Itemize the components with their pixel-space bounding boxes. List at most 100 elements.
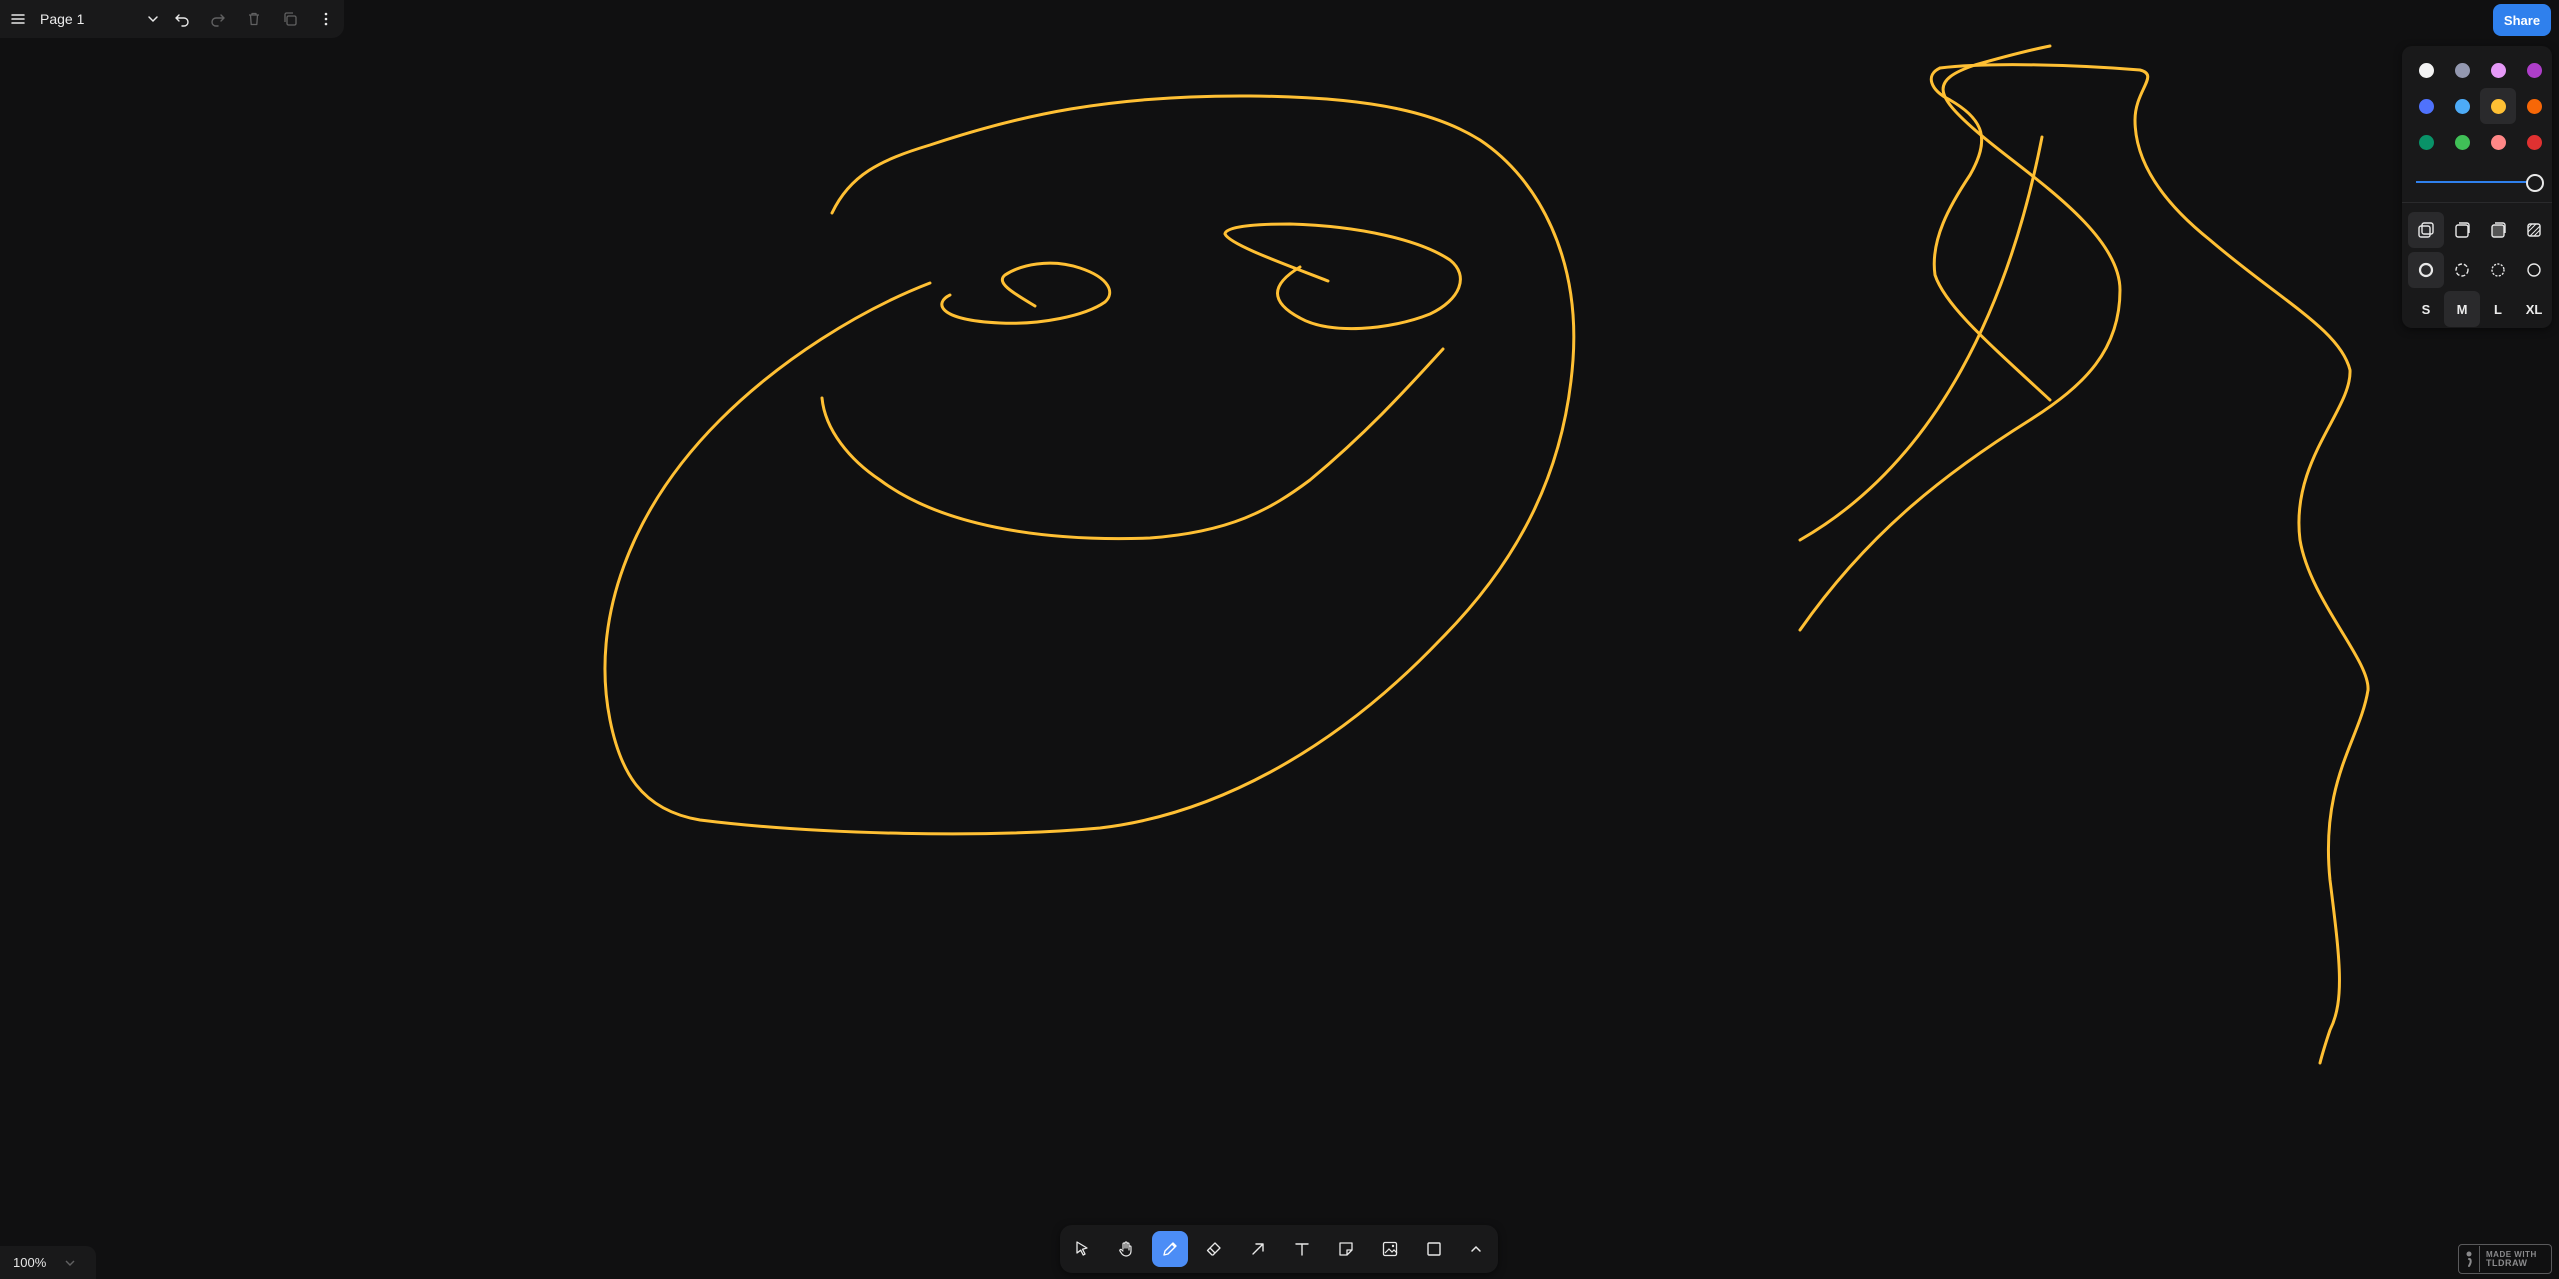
color-swatch-light-violet[interactable] xyxy=(2480,52,2516,88)
share-button[interactable]: Share xyxy=(2493,4,2551,36)
color-dot xyxy=(2490,98,2506,114)
delete-button[interactable] xyxy=(236,0,272,38)
vase-left-stroke xyxy=(1798,135,2044,542)
opacity-slider[interactable] xyxy=(2416,172,2544,192)
chevron-down-icon xyxy=(148,16,158,23)
main-toolbar xyxy=(1060,1225,1498,1273)
dots-vertical-icon xyxy=(324,12,328,26)
watermark-line2: TLDRAW xyxy=(2486,1258,2528,1268)
fill-semi-button[interactable] xyxy=(2444,212,2480,248)
text-tool-button[interactable] xyxy=(1284,1231,1320,1267)
color-dot xyxy=(2418,62,2434,78)
duplicate-icon xyxy=(284,12,297,26)
fill-solid-icon xyxy=(2491,222,2506,238)
eraser-tool-button[interactable] xyxy=(1196,1231,1232,1267)
dash-dotted-icon xyxy=(2491,263,2505,277)
color-swatch-violet[interactable] xyxy=(2516,52,2552,88)
page-menu-button[interactable]: Page 1 xyxy=(36,0,164,38)
trash-icon xyxy=(249,12,259,26)
color-swatch-light-red[interactable] xyxy=(2480,124,2516,160)
vase-right-stroke xyxy=(2318,688,2370,1065)
asset-tool-button[interactable] xyxy=(1372,1231,1408,1267)
dash-draw-button[interactable] xyxy=(2408,252,2444,288)
undo-button[interactable] xyxy=(164,0,200,38)
color-dot xyxy=(2418,134,2434,150)
color-swatch-yellow[interactable] xyxy=(2480,88,2516,124)
opacity-slider-thumb[interactable] xyxy=(2526,174,2544,192)
smile-stroke xyxy=(820,347,1445,541)
note-tool-button[interactable] xyxy=(1328,1231,1364,1267)
color-dot xyxy=(2418,98,2434,114)
size-m-button[interactable]: M xyxy=(2444,291,2480,327)
dash-dotted-button[interactable] xyxy=(2480,252,2516,288)
more-tools-button[interactable] xyxy=(1458,1231,1494,1267)
rectangle-tool-button[interactable] xyxy=(1416,1231,1452,1267)
cursor-icon xyxy=(1076,1241,1088,1256)
duplicate-button[interactable] xyxy=(272,0,308,38)
color-dot xyxy=(2454,62,2470,78)
tldraw-logo-icon xyxy=(2459,1246,2480,1272)
color-dot xyxy=(2526,98,2542,114)
color-swatch-white[interactable] xyxy=(2408,52,2444,88)
hamburger-icon xyxy=(11,14,25,24)
image-icon xyxy=(1382,1241,1398,1257)
fill-none-button[interactable] xyxy=(2408,212,2444,248)
fill-semi-icon xyxy=(2455,222,2470,238)
dash-draw-icon xyxy=(2418,262,2434,278)
size-s-label: S xyxy=(2421,301,2431,317)
hand-icon xyxy=(1119,1241,1132,1257)
sticky-note-icon xyxy=(1339,1242,1353,1256)
eraser-icon xyxy=(1206,1242,1221,1256)
minimap-icon[interactable] xyxy=(63,1256,77,1270)
redo-button[interactable] xyxy=(200,0,236,38)
color-swatch-blue[interactable] xyxy=(2408,88,2444,124)
drawing-canvas[interactable] xyxy=(0,0,2559,1279)
color-swatch-green[interactable] xyxy=(2408,124,2444,160)
page-name: Page 1 xyxy=(40,11,85,27)
color-swatch-light-blue[interactable] xyxy=(2444,88,2480,124)
style-panel: S M L XL xyxy=(2402,46,2552,328)
fill-pattern-button[interactable] xyxy=(2516,212,2552,248)
color-swatch-grey[interactable] xyxy=(2444,52,2480,88)
opacity-slider-track xyxy=(2416,181,2532,183)
color-dot xyxy=(2490,134,2506,150)
hand-tool-button[interactable] xyxy=(1108,1231,1144,1267)
size-l-button[interactable]: L xyxy=(2480,291,2516,327)
dash-solid-button[interactable] xyxy=(2516,252,2552,288)
chevron-up-icon xyxy=(1471,1245,1481,1252)
size-l-label: L xyxy=(2494,301,2502,317)
more-actions-button[interactable] xyxy=(308,0,344,38)
size-xl-button[interactable]: XL xyxy=(2516,291,2552,327)
undo-icon xyxy=(175,14,189,27)
dash-dashed-button[interactable] xyxy=(2444,252,2480,288)
right-eye-stroke xyxy=(1223,222,1462,331)
color-swatch-light-green[interactable] xyxy=(2444,124,2480,160)
dash-solid-icon xyxy=(2527,263,2541,277)
color-swatch-orange[interactable] xyxy=(2516,88,2552,124)
color-dot xyxy=(2454,134,2470,150)
color-dot xyxy=(2526,134,2542,150)
fill-pattern-icon xyxy=(2527,223,2541,237)
redo-icon xyxy=(211,14,225,27)
color-dot xyxy=(2490,62,2506,78)
dash-dashed-icon xyxy=(2455,263,2469,277)
arrow-tool-button[interactable] xyxy=(1240,1231,1276,1267)
main-menu-bar: Page 1 xyxy=(0,0,344,38)
color-swatch-red[interactable] xyxy=(2516,124,2552,160)
vase-top-left-stroke xyxy=(1929,66,2052,402)
rectangle-icon xyxy=(1427,1242,1441,1256)
made-with-tldraw-watermark[interactable]: MADE WITH TLDRAW xyxy=(2458,1244,2552,1274)
vase-neck-stroke xyxy=(1938,63,2370,692)
zoom-bar: 100% xyxy=(0,1246,96,1279)
draw-tool-button[interactable] xyxy=(1152,1231,1188,1267)
select-tool-button[interactable] xyxy=(1064,1231,1100,1267)
zoom-level-button[interactable]: 100% xyxy=(13,1255,63,1270)
arrow-icon xyxy=(1252,1243,1264,1255)
size-m-label: M xyxy=(2456,301,2468,317)
panel-divider xyxy=(2402,202,2552,203)
pencil-icon xyxy=(1163,1242,1177,1256)
fill-solid-button[interactable] xyxy=(2480,212,2516,248)
vase-outer-stroke xyxy=(1798,44,2122,632)
size-s-button[interactable]: S xyxy=(2408,291,2444,327)
hamburger-menu-button[interactable] xyxy=(0,0,36,38)
